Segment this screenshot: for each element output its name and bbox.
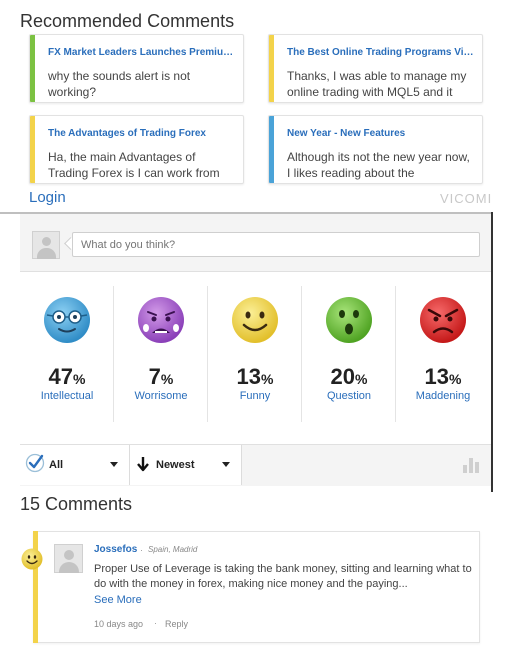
recommended-card[interactable]: New Year - New Features Although its not…: [268, 115, 483, 184]
reaction-label[interactable]: Intellectual: [20, 390, 114, 402]
panel-edge: [491, 212, 493, 492]
reaction-percent: 13%: [424, 364, 462, 389]
card-excerpt: Thanks, I was able to manage my online t…: [287, 69, 467, 99]
reaction-label[interactable]: Maddening: [396, 390, 490, 402]
filter-all-label: All: [49, 459, 64, 471]
reaction-label[interactable]: Question: [302, 390, 396, 402]
card-title[interactable]: FX Market Leaders Launches Premium...: [48, 47, 235, 58]
filter-all-dropdown[interactable]: All: [20, 445, 130, 485]
recommended-card[interactable]: The Best Online Trading Programs Via ...…: [268, 34, 483, 103]
reaction-label[interactable]: Funny: [208, 390, 302, 402]
recommended-comments-title: Recommended Comments: [20, 11, 235, 31]
reaction-funny[interactable]: 13% Funny: [208, 272, 302, 432]
question-face-icon: [326, 297, 372, 343]
recommended-card[interactable]: The Advantages of Trading Forex Ha, the …: [29, 115, 244, 184]
card-excerpt: Ha, the main Advantages of Trading Forex…: [48, 150, 220, 180]
separator-dot: ·: [140, 545, 143, 555]
reaction-label[interactable]: Worrisome: [114, 390, 208, 402]
sort-dropdown[interactable]: Newest: [130, 445, 242, 485]
comments-count: 15 Comments: [20, 494, 133, 514]
comment-location: Spain, Madrid: [148, 545, 198, 554]
card-accent-bar: [269, 35, 274, 102]
card-accent-bar: [269, 116, 274, 183]
card-excerpt: why the sounds alert is not working?: [48, 69, 191, 99]
checkmark-icon: [25, 453, 45, 473]
card-title[interactable]: New Year - New Features: [287, 128, 474, 139]
bar-chart-icon[interactable]: [463, 456, 481, 473]
card-excerpt: Although its not the new year now, I lik…: [287, 150, 470, 180]
comment-widget: 47% Intellectual 7% Worrisome: [20, 214, 491, 486]
recommended-card[interactable]: FX Market Leaders Launches Premium... wh…: [29, 34, 244, 103]
user-avatar-icon: [32, 231, 60, 259]
card-title[interactable]: The Advantages of Trading Forex: [48, 128, 235, 139]
comment-input[interactable]: [72, 232, 480, 257]
reaction-worrisome[interactable]: 7% Worrisome: [114, 272, 208, 432]
separator-dot: ·: [154, 618, 157, 628]
card-accent-bar: [30, 35, 35, 102]
card-title[interactable]: The Best Online Trading Programs Via ...: [287, 47, 474, 58]
login-link[interactable]: Login: [29, 189, 66, 206]
vicomi-logo[interactable]: VICOMI: [440, 191, 492, 206]
reaction-bar: 47% Intellectual 7% Worrisome 13% Funny …: [20, 272, 491, 444]
chevron-down-icon: [110, 462, 118, 467]
reaction-maddening[interactable]: 13% Maddening: [396, 272, 490, 432]
comment-author[interactable]: Jossefos: [94, 544, 137, 555]
reaction-intellectual[interactable]: 47% Intellectual: [20, 272, 114, 432]
funny-face-icon: [232, 297, 278, 343]
sort-label: Newest: [156, 459, 195, 471]
chevron-down-icon: [222, 462, 230, 467]
reaction-percent: 7%: [148, 364, 174, 389]
maddening-face-icon: [420, 297, 466, 343]
reaction-percent: 20%: [330, 364, 368, 389]
avatar[interactable]: [54, 544, 83, 573]
card-accent-bar: [30, 116, 35, 183]
reaction-percent: 13%: [236, 364, 274, 389]
reaction-percent: 47%: [48, 364, 86, 389]
comment-text: Proper Use of Leverage is taking the ban…: [94, 563, 472, 590]
comment-item: Jossefos · Spain, Madrid Proper Use of L…: [33, 531, 480, 643]
comment-timestamp: 10 days ago: [94, 619, 144, 629]
arrow-down-icon: [137, 457, 149, 472]
funny-face-icon: [21, 548, 43, 570]
reply-link[interactable]: Reply: [165, 619, 188, 629]
see-more-link[interactable]: See More: [94, 594, 142, 606]
worrisome-face-icon: [138, 297, 184, 343]
reaction-question[interactable]: 20% Question: [302, 272, 396, 432]
intellectual-face-icon: [44, 297, 90, 343]
filter-bar: All Newest: [20, 444, 491, 485]
